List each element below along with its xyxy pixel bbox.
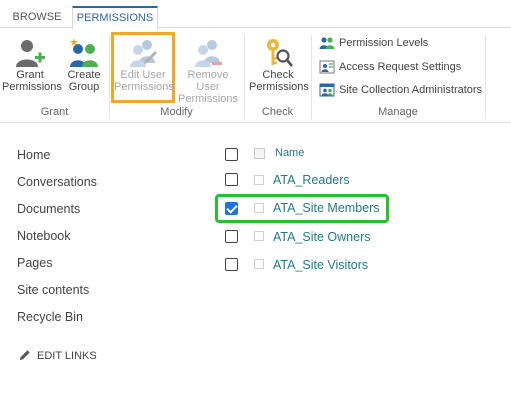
remove-user-permissions-label-2: Permissions bbox=[178, 93, 238, 105]
grant-permissions-label-2: Permissions bbox=[2, 81, 62, 93]
ribbon-tab-bar: BROWSE PERMISSIONS bbox=[0, 0, 511, 29]
nav-item-documents[interactable]: Documents bbox=[17, 201, 80, 217]
ribbon: Grant Permissions Create Group Grant Edi… bbox=[0, 29, 511, 123]
nav-item-recycle-bin[interactable]: Recycle Bin bbox=[17, 309, 83, 325]
edit-links-label: EDIT LINKS bbox=[37, 350, 97, 362]
grant-permissions-icon bbox=[16, 40, 45, 67]
site-admins-icon bbox=[319, 83, 335, 97]
tab-permissions[interactable]: PERMISSIONS bbox=[72, 6, 158, 29]
pencil-icon bbox=[20, 350, 30, 360]
remove-user-permissions-icon bbox=[195, 40, 222, 67]
group-link[interactable]: ATA_Site Visitors bbox=[273, 257, 368, 273]
edit-user-permissions-label-1: Edit User bbox=[120, 69, 166, 81]
people-group-icon bbox=[319, 37, 335, 49]
edit-user-permissions-button[interactable]: Edit User Permissions bbox=[111, 32, 175, 103]
name-column-header[interactable]: Name bbox=[275, 147, 304, 159]
remove-user-permissions-button[interactable]: Remove User Permissions bbox=[176, 35, 240, 105]
edit-user-permissions-icon bbox=[130, 40, 157, 67]
site-collection-administrators-label: Site Collection Administrators bbox=[339, 84, 483, 96]
nav-item-pages[interactable]: Pages bbox=[17, 255, 52, 271]
tab-browse[interactable]: BROWSE bbox=[6, 6, 68, 28]
row-select-box[interactable] bbox=[254, 259, 264, 269]
edit-links-button[interactable]: EDIT LINKS bbox=[19, 349, 97, 362]
group-label-modify: Modify bbox=[160, 106, 193, 118]
grant-permissions-button[interactable]: Grant Permissions bbox=[2, 35, 62, 101]
ribbon-divider bbox=[485, 35, 486, 119]
create-group-label-2: Group bbox=[68, 81, 100, 93]
edit-user-permissions-label-2: Permissions bbox=[114, 81, 174, 93]
row-checkbox[interactable] bbox=[225, 258, 238, 271]
create-group-icon bbox=[70, 38, 98, 67]
access-request-settings-label: Access Request Settings bbox=[339, 61, 462, 73]
nav-item-home[interactable]: Home bbox=[17, 147, 50, 163]
row-checkbox[interactable] bbox=[225, 173, 238, 186]
nav-item-notebook[interactable]: Notebook bbox=[17, 228, 71, 244]
remove-user-permissions-label-1: Remove User bbox=[187, 69, 229, 93]
access-request-icon bbox=[319, 60, 335, 74]
group-link[interactable]: ATA_Site Owners bbox=[273, 229, 371, 245]
check-permissions-icon bbox=[267, 39, 293, 67]
row-select-box[interactable] bbox=[254, 203, 264, 213]
group-label-manage: Manage bbox=[378, 106, 418, 118]
create-group-button[interactable]: Create Group bbox=[62, 35, 106, 101]
group-label-check: Check bbox=[261, 106, 294, 118]
check-permissions-label-1: Check bbox=[262, 69, 294, 81]
check-permissions-label-2: Permissions bbox=[249, 81, 309, 93]
create-group-label-1: Create bbox=[67, 69, 101, 81]
row-checkbox[interactable] bbox=[225, 230, 238, 243]
group-label-grant: Grant bbox=[40, 106, 69, 118]
grant-permissions-label-1: Grant bbox=[16, 69, 44, 81]
row-select-box[interactable] bbox=[254, 175, 264, 185]
group-link[interactable]: ATA_Site Members bbox=[273, 200, 380, 216]
select-all-checkbox[interactable] bbox=[225, 148, 238, 161]
select-all-box[interactable] bbox=[254, 148, 265, 159]
nav-item-conversations[interactable]: Conversations bbox=[17, 174, 97, 190]
nav-item-site-contents[interactable]: Site contents bbox=[17, 282, 89, 298]
row-select-box[interactable] bbox=[254, 231, 264, 241]
permission-levels-label: Permission Levels bbox=[339, 37, 429, 49]
check-permissions-button[interactable]: Check Permissions bbox=[249, 35, 309, 101]
row-checkbox[interactable] bbox=[225, 202, 238, 215]
group-link[interactable]: ATA_Readers bbox=[273, 172, 350, 188]
